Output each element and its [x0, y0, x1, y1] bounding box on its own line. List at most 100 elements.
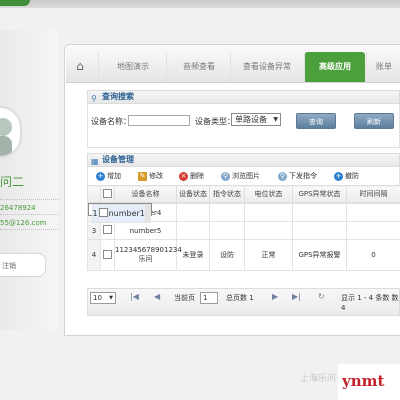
current-page-label: 当前页 [174, 294, 195, 302]
device-name-input[interactable] [128, 115, 190, 126]
add-label: 增加 [107, 172, 121, 180]
home-icon[interactable]: ⌂ [70, 56, 90, 76]
cell-gps [292, 221, 347, 240]
delete-label: 删除 [190, 172, 204, 180]
user-email: 55@126.com [0, 219, 47, 227]
user-name: 问二 [0, 175, 25, 189]
edit-label: 修改 [149, 172, 163, 180]
column-header[interactable]: 电位状态 [244, 185, 293, 203]
cell-interval [346, 203, 400, 222]
cell-device-name: number5 [114, 221, 177, 240]
remove-label: 撤防 [345, 172, 359, 180]
divider [0, 199, 58, 200]
avatar-body [0, 136, 12, 156]
delete-button[interactable]: × 删除 [179, 170, 204, 182]
add-button[interactable]: + 增加 [96, 170, 121, 182]
cell-potential [244, 203, 293, 222]
logout-button[interactable]: 注销 [0, 253, 46, 277]
cell-command: 设防 [209, 239, 245, 271]
cell-status [176, 221, 210, 240]
cell-interval: 0 [346, 239, 400, 271]
prev-page-icon[interactable]: ◀ [154, 292, 160, 301]
last-page-icon[interactable]: ▶| [292, 292, 301, 301]
send-command-label: 下发指令 [289, 172, 317, 180]
cell-status [176, 203, 210, 222]
query-header-title: 查询搜索 [102, 92, 134, 101]
row-checkbox[interactable] [97, 204, 109, 223]
cell-gps [292, 203, 347, 222]
total-pages: 总页数 1 [226, 294, 254, 302]
search-button[interactable]: 查询 [296, 113, 336, 129]
edit-button[interactable]: ✎ 修改 [138, 170, 163, 182]
divider [0, 229, 58, 230]
device-name-label: 设备名称： [91, 117, 131, 126]
current-page-input[interactable]: 1 [200, 292, 218, 304]
watermark-site: ynmt [338, 364, 400, 400]
remove-button[interactable]: + 撤防 [334, 170, 359, 182]
refresh-button[interactable]: 刷新 [354, 113, 394, 129]
refresh-icon[interactable]: ↻ [318, 292, 325, 301]
browse-images-button[interactable]: ⚲ 浏览图片 [221, 170, 260, 182]
tab-map-demo[interactable]: 地图演示 [98, 52, 167, 82]
select-all-checkbox[interactable] [100, 185, 115, 203]
magnifier-icon: ⚲ [278, 171, 287, 181]
search-button-label: 查询 [309, 118, 323, 126]
cell-potential: 正常 [244, 239, 293, 271]
pagination-bar: 10 ▼ |◀ ◀ 当前页 1 总页数 1 ▶ ▶| ↻ 显示 1 - 4 条数 … [87, 288, 400, 316]
toolbar: + 增加 ✎ 修改 × 删除 ⚲ 浏览图片 ⚲ 下发指令 + 撤防 [87, 167, 400, 185]
column-header[interactable]: 时间间隔 [346, 185, 400, 203]
table-row[interactable]: 3 number5 [87, 221, 400, 240]
page-size-value: 10 [93, 294, 102, 302]
column-header[interactable]: GPS异常状态 [292, 185, 347, 203]
tab-audio[interactable]: 音频查看 [166, 52, 231, 82]
tab-advanced[interactable]: 高级应用 [304, 52, 365, 82]
row-number-header [87, 185, 101, 203]
plus-icon: + [96, 171, 105, 181]
cell-interval [346, 221, 400, 240]
device-type-select[interactable]: 单路设备 ▼ [231, 113, 281, 126]
magnifier-icon: ⚲ [221, 171, 230, 181]
chevron-down-icon: ▼ [273, 116, 278, 123]
device-type-label: 设备类型： [195, 117, 235, 126]
brand-stripe [0, 0, 30, 6]
table-header-row: 设备名称 设备状态 指令状态 电位状态 GPS异常状态 时间间隔 [87, 185, 400, 203]
column-header[interactable]: 设备状态 [176, 185, 210, 203]
cell-command [209, 203, 245, 222]
cell-command [209, 221, 245, 240]
row-checkbox[interactable] [100, 221, 115, 240]
divider [0, 214, 58, 215]
next-page-icon[interactable]: ▶ [272, 292, 278, 301]
first-page-icon[interactable]: |◀ [130, 292, 139, 301]
tab-billing[interactable]: 账单 [366, 52, 400, 82]
record-info: 显示 1 - 4 条数 数 4 [341, 294, 399, 312]
cell-potential [244, 221, 293, 240]
chevron-down-icon: ▼ [109, 295, 113, 301]
plus-icon: + [334, 171, 343, 181]
row-number: 3 [87, 221, 101, 240]
device-mgmt-header: ▦ 设备管理 [87, 153, 400, 167]
row-checkbox[interactable] [100, 239, 115, 271]
row-number: 4 [87, 239, 101, 271]
edit-icon: ✎ [138, 171, 147, 181]
refresh-button-label: 刷新 [367, 118, 381, 126]
browse-images-label: 浏览图片 [232, 172, 260, 180]
cell-interval [148, 204, 151, 223]
table-row[interactable]: 4 112345678901234 乐问 未登录 设防 正常 GPS异常报警 0 [87, 239, 400, 271]
tab-device-exception[interactable]: 查看设备异常 [230, 52, 303, 82]
delete-icon: × [179, 171, 188, 181]
device-table: 设备名称 设备状态 指令状态 电位状态 GPS异常状态 时间间隔 1 numbe… [87, 185, 400, 271]
table-row[interactable]: 1 number1 [87, 203, 152, 223]
watermark-company: 上海乐问 [300, 374, 337, 384]
window-top-bar [0, 0, 400, 8]
send-command-button[interactable]: ⚲ 下发指令 [278, 170, 317, 182]
column-header[interactable]: 设备名称 [114, 185, 177, 203]
cell-device-name: number1 [107, 204, 146, 223]
user-phone: 26478924 [0, 204, 36, 212]
cell-gps: GPS异常报警 [292, 239, 347, 271]
cell-device-name: 112345678901234 乐问 [114, 239, 182, 271]
device-type-value: 单路设备 [235, 115, 267, 124]
device-mgmt-title: 设备管理 [102, 155, 134, 164]
column-header[interactable]: 指令状态 [209, 185, 245, 203]
page-size-select[interactable]: 10 ▼ [90, 292, 116, 304]
query-header: ⚲ 查询搜索 [87, 90, 400, 104]
